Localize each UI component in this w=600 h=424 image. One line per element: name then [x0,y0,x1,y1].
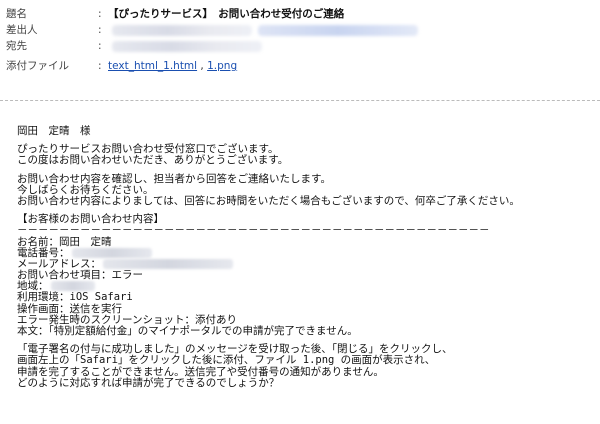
attachment-separator: , [200,60,204,72]
mail-body: 岡田 定晴 様 ぴったりサービスお問い合わせ受付窓口でございます。 この度はお問… [17,125,592,389]
from-redacted [112,25,252,36]
body-line: お問い合わせ内容によりましては、回答にお時間をいただく場合もございますので、何卒… [17,194,520,207]
from-colon: : [98,24,102,36]
to-row: 宛先 : [0,38,600,54]
subject-row: 題名 : 【ぴったりサービス】 お問い合わせ受付のご連絡 [0,6,600,22]
body-line: この度はお問い合わせいただき、ありがとうございます。 [17,154,289,167]
from-address-redacted [258,25,418,36]
body-line: どのように対応すれば申請が完了できるのでしょうか？ [17,376,280,389]
from-row: 差出人 : [0,22,600,38]
attach-label: 添付ファイル [6,60,69,72]
to-colon: : [98,40,102,52]
region-redacted [50,281,95,292]
text-line: 本文：「特別定額給付金」のマイナポータルでの申請が完了できません。 [17,325,358,337]
attach-row: 添付ファイル : text_html_1.html , 1.png [0,58,600,74]
section-title: 【お客様のお問い合わせ内容】 [17,213,164,226]
greeting: 岡田 定晴 様 [17,125,91,137]
mail-line: メールアドレス： [17,258,592,270]
header-divider [0,100,600,101]
subject-colon: : [98,8,102,20]
phone-label: 電話番号： [17,246,70,259]
phone-line: 電話番号： [17,246,592,259]
name-line: お名前：岡田 定晴 [17,235,112,248]
env-line: 利用環境：iOS Safari [17,291,133,304]
from-label: 差出人 [6,24,38,36]
mail-redacted [103,258,233,269]
item-line: お問い合わせ項目：エラー [17,269,143,282]
subject-label: 題名 [6,8,27,20]
body-line: 画面左上の「Safari」をクリックした後に添付、ファイル 1.png の画面が… [17,354,436,367]
section-rule: －－－－－－－－－－－－－－－－－－－－－－－－－－－－－－－－－－－－－－－－… [17,225,490,237]
attachment-link-html[interactable]: text_html_1.html [108,60,197,72]
to-label: 宛先 [6,40,27,52]
to-redacted [112,41,262,52]
attach-list: text_html_1.html , 1.png [108,58,237,74]
phone-redacted [71,247,152,258]
attachment-link-png[interactable]: 1.png [207,60,237,72]
mail-header: 題名 : 【ぴったりサービス】 お問い合わせ受付のご連絡 差出人 : 宛先 : … [0,0,600,92]
attach-colon: : [98,60,102,72]
subject-value: 【ぴったりサービス】 お問い合わせ受付のご連絡 [108,8,345,20]
